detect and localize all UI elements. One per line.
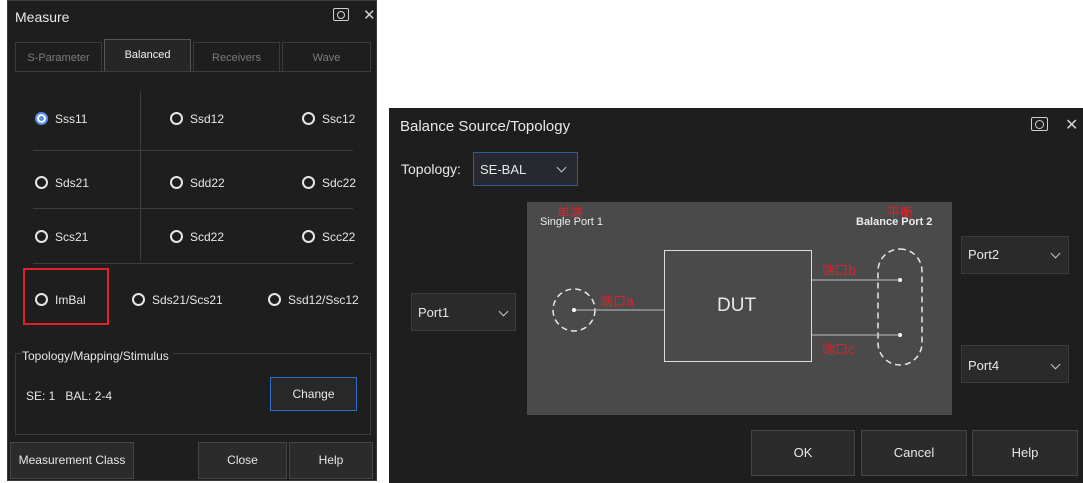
- help-button[interactable]: Help: [289, 442, 373, 479]
- radio-ssd12-ssc12[interactable]: Ssd12/Ssc12: [268, 293, 359, 307]
- port4-value: Port4: [968, 358, 1000, 373]
- tab-s-parameter[interactable]: S-Parameter: [15, 42, 102, 71]
- radio-sss11[interactable]: Sss11: [35, 112, 87, 126]
- change-button[interactable]: Change: [270, 377, 357, 411]
- topology-group-title: Topology/Mapping/Stimulus: [22, 349, 173, 363]
- option-label: Sdd22: [190, 176, 225, 190]
- radio-icon: [170, 230, 183, 243]
- option-label: Sss11: [55, 112, 88, 126]
- topology-diagram: 单端 Single Port 1 平衡 Balance Port 2 DUT 端…: [527, 202, 952, 415]
- port2-value: Port2: [968, 247, 1000, 262]
- option-label: Ssd12: [190, 112, 225, 126]
- radio-icon: [170, 176, 183, 189]
- topology-info: SE: 1 BAL: 2-4: [26, 389, 112, 403]
- radio-scd22[interactable]: Scd22: [170, 230, 224, 244]
- option-label: Sds21: [55, 176, 90, 190]
- balance-topology-dialog: Balance Source/Topology ✕ Topology: SE-B…: [389, 108, 1083, 483]
- radio-icon: [302, 112, 315, 125]
- se-value: SE: 1: [26, 389, 56, 403]
- radio-icon: [35, 230, 48, 243]
- chevron-down-icon: [1050, 248, 1061, 259]
- option-label: Ssc12: [322, 112, 356, 126]
- port4-dropdown[interactable]: Port4: [961, 345, 1069, 383]
- radio-scs21[interactable]: Scs21: [35, 230, 88, 244]
- radio-ssc12[interactable]: Ssc12: [302, 112, 355, 126]
- port-c-label: 端口c: [822, 343, 856, 358]
- measure-title: Measure: [15, 9, 70, 25]
- imbal-highlight-box: [23, 268, 109, 325]
- port1-value: Port1: [418, 305, 450, 320]
- measurement-class-button[interactable]: Measurement Class: [10, 442, 134, 479]
- topology-value: SE-BAL: [480, 162, 527, 177]
- grid-divider: [33, 150, 353, 151]
- balance-title: Balance Source/Topology: [400, 118, 571, 135]
- screenshot-icon[interactable]: [333, 8, 349, 21]
- ok-button[interactable]: OK: [751, 430, 855, 476]
- help-button[interactable]: Help: [972, 430, 1078, 476]
- radio-icon: [302, 176, 315, 189]
- grid-divider: [33, 208, 353, 209]
- measure-dialog: Measure ✕ S-Parameter Balanced Receivers…: [7, 0, 377, 481]
- radio-sds21[interactable]: Sds21: [35, 176, 89, 190]
- tab-divider: [15, 71, 371, 72]
- port-b-label: 端口b: [822, 264, 857, 279]
- port1-dropdown[interactable]: Port1: [411, 293, 516, 331]
- tab-wave[interactable]: Wave: [282, 42, 371, 71]
- radio-scc22[interactable]: Scc22: [302, 230, 355, 244]
- radio-icon: [170, 112, 183, 125]
- radio-icon: [35, 176, 48, 189]
- close-icon[interactable]: ✕: [1065, 115, 1078, 135]
- topology-label: Topology:: [401, 161, 461, 177]
- tab-receivers[interactable]: Receivers: [193, 42, 280, 71]
- radio-sdc22[interactable]: Sdc22: [302, 176, 356, 190]
- screenshot-icon[interactable]: [1031, 117, 1048, 131]
- option-label: Ssd12/Ssc12: [288, 293, 359, 307]
- option-label: Sdc22: [322, 176, 357, 190]
- radio-ssd12[interactable]: Ssd12: [170, 112, 224, 126]
- chevron-down-icon: [498, 306, 509, 317]
- port-a-label: 端口a: [600, 295, 634, 310]
- cancel-button[interactable]: Cancel: [861, 430, 967, 476]
- chevron-down-icon: [556, 162, 567, 173]
- tab-bar: S-Parameter Balanced Receivers Wave: [15, 39, 371, 71]
- port2-dropdown[interactable]: Port2: [961, 236, 1069, 274]
- radio-selected-icon: [35, 112, 48, 125]
- option-label: Scd22: [190, 230, 225, 244]
- bal-value: BAL: 2-4: [65, 389, 113, 403]
- grid-divider: [140, 91, 141, 261]
- radio-sdd22[interactable]: Sdd22: [170, 176, 225, 190]
- topology-dropdown[interactable]: SE-BAL: [473, 152, 578, 186]
- chevron-down-icon: [1050, 359, 1061, 370]
- radio-icon: [302, 230, 315, 243]
- option-label: Sds21/Scs21: [152, 293, 223, 307]
- option-label: Scc22: [322, 230, 356, 244]
- radio-icon: [132, 293, 145, 306]
- grid-divider: [33, 263, 353, 264]
- radio-icon: [268, 293, 281, 306]
- dut-label: DUT: [717, 295, 757, 316]
- tab-balanced[interactable]: Balanced: [104, 39, 191, 71]
- option-label: Scs21: [55, 230, 89, 244]
- radio-sds21-scs21[interactable]: Sds21/Scs21: [132, 293, 223, 307]
- close-icon[interactable]: ✕: [363, 6, 376, 24]
- close-button[interactable]: Close: [198, 442, 287, 479]
